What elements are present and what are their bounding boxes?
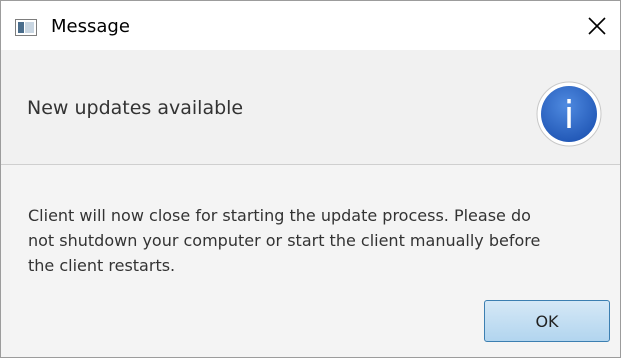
info-icon: i xyxy=(536,81,602,147)
message-dialog: Message New updates available i Client w… xyxy=(0,0,621,358)
close-button[interactable] xyxy=(574,1,620,50)
message-line: Client will now close for starting the u… xyxy=(28,206,531,225)
content-area: Client will now close for starting the u… xyxy=(1,165,620,357)
title-bar[interactable]: Message xyxy=(1,1,620,50)
message-text: Client will now close for starting the u… xyxy=(28,203,608,278)
header-text: New updates available xyxy=(27,97,244,119)
ok-button[interactable]: OK xyxy=(484,300,610,342)
message-line: not shutdown your computer or start the … xyxy=(28,231,541,250)
close-icon xyxy=(588,16,606,35)
info-icon-glyph: i xyxy=(564,93,575,137)
message-line: the client restarts. xyxy=(28,256,176,275)
window-app-icon xyxy=(15,19,37,36)
header-panel: New updates available i xyxy=(1,50,620,165)
window-title: Message xyxy=(51,16,130,37)
